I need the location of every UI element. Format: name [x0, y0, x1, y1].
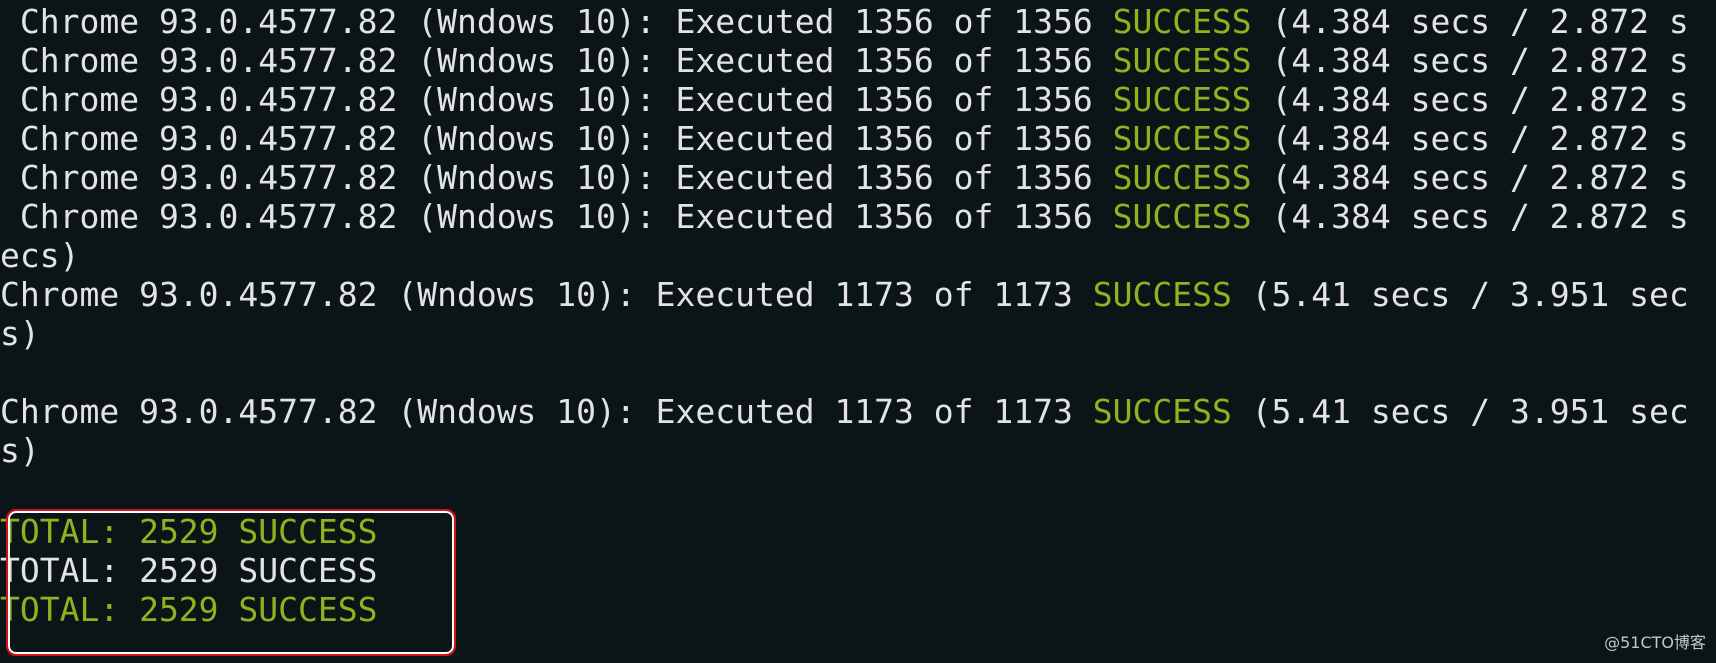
highlight-box: [6, 509, 456, 656]
log-line: Chrome 93.0.4577.82 (Wndows 10): Execute…: [0, 119, 1689, 158]
log-line: s): [0, 314, 40, 353]
watermark: @51CTO博客: [1604, 633, 1706, 652]
log-line: Chrome 93.0.4577.82 (Wndows 10): Execute…: [0, 158, 1689, 197]
log-line: Chrome 93.0.4577.82 (Wndows 10): Execute…: [0, 80, 1689, 119]
log-line: s): [0, 431, 40, 470]
log-line: ecs): [0, 236, 80, 275]
terminal-output: Chrome 93.0.4577.82 (Wndows 10): Execute…: [0, 0, 1716, 663]
log-line: Chrome 93.0.4577.82 (Wndows 10): Execute…: [0, 392, 1689, 431]
log-line: Chrome 93.0.4577.82 (Wndows 10): Execute…: [0, 275, 1689, 314]
log-line: Chrome 93.0.4577.82 (Wndows 10): Execute…: [0, 41, 1689, 80]
log-line: Chrome 93.0.4577.82 (Wndows 10): Execute…: [0, 197, 1689, 236]
log-line: Chrome 93.0.4577.82 (Wndows 10): Execute…: [0, 2, 1689, 41]
